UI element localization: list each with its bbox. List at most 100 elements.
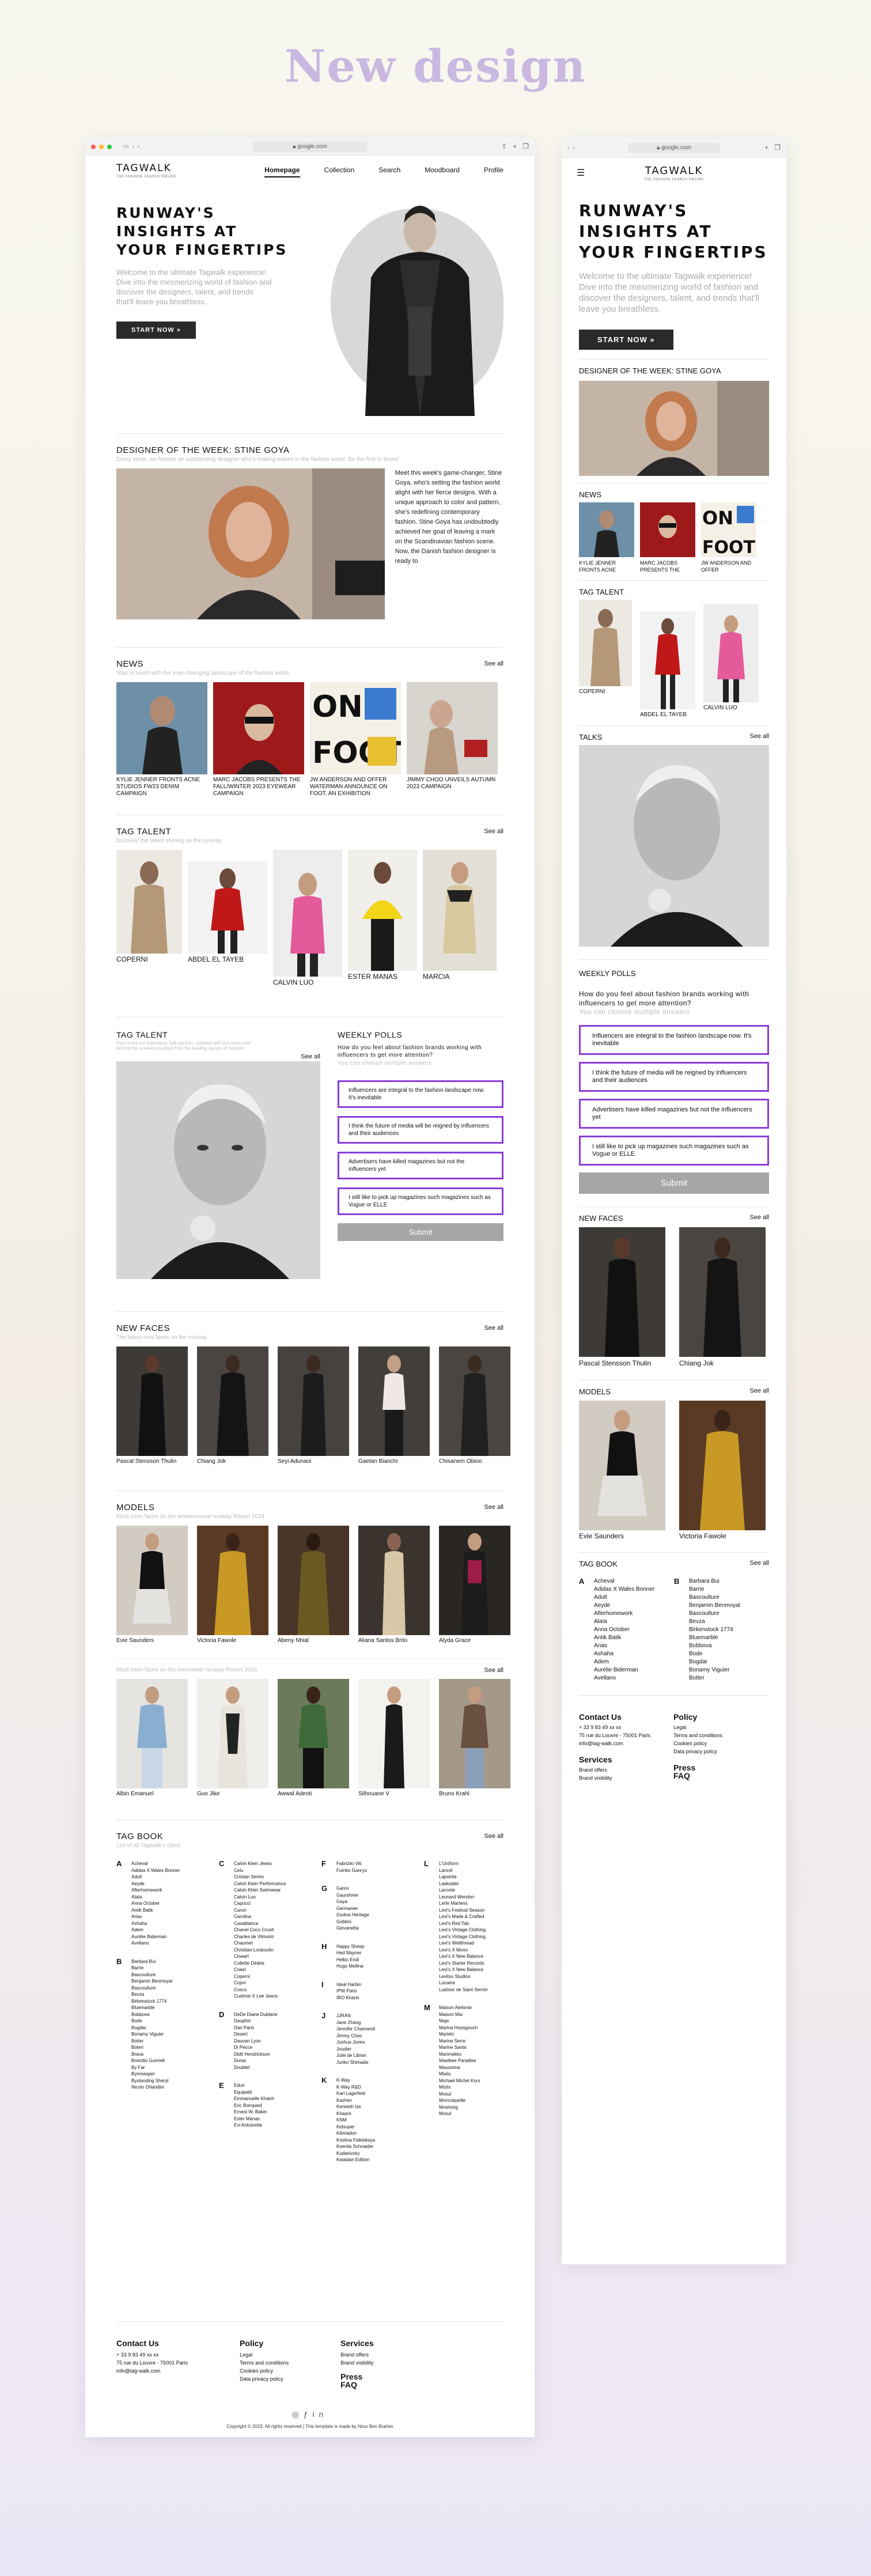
mobile-start-now-button[interactable]: START NOW » xyxy=(579,330,673,350)
tag-book-brand[interactable]: Bevza xyxy=(131,1991,172,1998)
tag-book-brand[interactable]: Kristina Fidelskaya xyxy=(336,2137,375,2144)
tag-book-brand[interactable]: Moncoquette xyxy=(439,2097,480,2104)
tag-book-brand[interactable]: Giuliva Heritage xyxy=(336,1912,369,1919)
tag-book-brand[interactable]: Marine Santa xyxy=(439,2044,480,2051)
model-card[interactable]: Victoria Fawole xyxy=(197,1526,268,1644)
face-card[interactable]: Chisanem Obioo xyxy=(439,1346,510,1465)
tag-book-brand[interactable]: Birkenstock 1774 xyxy=(131,1998,172,2005)
mobile-url-bar[interactable]: 🔒︎ google.com xyxy=(628,143,720,153)
tag-book-brand[interactable]: Maison Atelonte xyxy=(439,2004,480,2011)
tag-book-brand[interactable]: Ludovic de Saint Sernin xyxy=(439,1987,488,1994)
tag-book-brand[interactable]: Christian Louboutin xyxy=(234,1947,286,1954)
tag-book-brand[interactable]: Capucci xyxy=(234,1900,286,1907)
tag-book-brand[interactable]: Carolina xyxy=(234,1913,286,1920)
tabs-icon[interactable]: ❐ xyxy=(522,142,529,150)
policy-link[interactable]: Terms and conditions xyxy=(240,2359,289,2367)
tag-book-brand[interactable]: Bascoulture xyxy=(131,1972,172,1979)
tag-book-brand[interactable]: Adidas X Wales Bonner xyxy=(594,1586,654,1594)
face-card[interactable]: Pascal Stensson Thulin xyxy=(579,1227,665,1367)
tag-book-brand[interactable]: KNM xyxy=(336,2117,375,2124)
tag-book-brand[interactable]: Bogdar xyxy=(689,1658,740,1666)
tag-book-brand[interactable]: Hed Mayner xyxy=(336,1950,364,1957)
tag-book-brand[interactable]: Maje xyxy=(439,2018,480,2025)
tag-book-brand[interactable]: Eric Bompard xyxy=(234,2102,274,2109)
tag-book-brand[interactable]: Aeyde xyxy=(131,1881,180,1887)
press-link[interactable]: Press xyxy=(673,1764,722,1772)
tag-book-brand[interactable]: Marina Hoosgouch xyxy=(439,2025,480,2032)
tag-book-brand[interactable]: Levi's Vintage Clothing xyxy=(439,1934,488,1940)
tag-book-brand[interactable]: IPW Paris xyxy=(336,1988,361,1995)
news-card[interactable]: JIMMY CHOO UNVEILS AUTUMN 2023 CAMPAIGN xyxy=(407,682,498,797)
tag-book-brand[interactable]: L'Uniform xyxy=(439,1860,488,1867)
back-icon[interactable]: ‹ xyxy=(567,145,569,151)
tag-book-brand[interactable]: Avellano xyxy=(594,1674,654,1682)
tag-book-brand[interactable]: Helbo Endi xyxy=(336,1957,364,1964)
model-card[interactable]: Awwal Adeoti xyxy=(278,1679,349,1798)
tag-book-brand[interactable]: Benjamin Benmoyal xyxy=(131,1978,172,1985)
tag-book-brand[interactable]: K-Way R&D xyxy=(336,2084,375,2091)
tag-book-brand[interactable]: Bevza xyxy=(689,1618,740,1626)
policy-link[interactable]: Cookies policy xyxy=(673,1739,722,1747)
tag-book-brand[interactable]: Ester Manas xyxy=(234,2116,274,2123)
tag-book-brand[interactable]: Junko Shimada xyxy=(336,2059,375,2066)
tag-book-brand[interactable]: Anna October xyxy=(131,1900,180,1907)
talent-card[interactable]: COPERNI xyxy=(579,600,632,718)
tag-book-brand[interactable]: Julie de Libran xyxy=(336,2052,375,2059)
facebook-icon[interactable]: ƒ xyxy=(304,2409,313,2419)
tag-book-brand[interactable]: Marimekko xyxy=(439,2051,480,2058)
tag-book-brand[interactable]: By Far xyxy=(131,2064,172,2071)
tag-book-brand[interactable]: Levi's Festival Season xyxy=(439,1907,488,1914)
tag-book-brand[interactable]: Mosul xyxy=(439,2110,480,2117)
tag-book-brand[interactable]: Adem xyxy=(131,1927,180,1934)
tag-book-brand[interactable]: Miwiu xyxy=(439,2071,480,2078)
tag-book-brand[interactable]: Dauvan Lyon xyxy=(234,2038,278,2045)
tag-book-brand[interactable]: Happy Sheep xyxy=(336,1943,364,1950)
news-see-all[interactable]: See all xyxy=(484,660,503,667)
tag-book-brand[interactable]: Cristian Series xyxy=(234,1874,286,1881)
talent-card[interactable]: CALVIN LUO xyxy=(273,850,342,986)
news-card[interactable]: MARC JACOBS PRESENTS THE FALL/WINTER 202… xyxy=(213,682,304,797)
tag-book-brand[interactable]: Aurélie Biderman xyxy=(131,1934,180,1940)
model-card[interactable]: Bruno Krahl xyxy=(439,1679,510,1798)
tag-book-brand[interactable]: Kwaidan Edition xyxy=(336,2157,375,2163)
tag-book-brand[interactable]: Kudasivsky xyxy=(336,2150,375,2157)
tag-book-brand[interactable]: Ideal Harbin xyxy=(336,1981,361,1988)
tag-book-brand[interactable]: Maison Mai xyxy=(439,2011,480,2018)
tag-book-brand[interactable]: Lacoste xyxy=(439,1887,488,1894)
model-card[interactable]: Abeny Nhial xyxy=(278,1526,349,1644)
models-see-all[interactable]: See all xyxy=(484,1504,503,1511)
tag-book-brand[interactable]: Ashaha xyxy=(131,1920,180,1927)
tag-book-brand[interactable]: IRO Kharin xyxy=(336,1995,361,2002)
plus-icon[interactable]: + xyxy=(513,142,517,150)
model-card[interactable]: Albin Emanuel xyxy=(116,1679,188,1798)
tag-book-brand[interactable]: Gobbni xyxy=(336,1919,369,1926)
tag-book-brand[interactable]: Jimmy Choo xyxy=(336,2033,375,2040)
tag-book-brand[interactable]: Botter xyxy=(131,2038,172,2045)
talent-card[interactable]: CALVIN LUO xyxy=(703,600,759,718)
start-now-button[interactable]: START NOW » xyxy=(116,321,196,339)
tag-book-brand[interactable]: Coperni xyxy=(234,1973,286,1980)
tag-book-brand[interactable]: Dauphin xyxy=(234,2018,278,2025)
tag-book-brand[interactable]: Antik Batik xyxy=(131,1907,180,1914)
services-link[interactable]: Brand offers xyxy=(340,2351,374,2359)
face-card[interactable]: Chiang Jok xyxy=(679,1227,766,1367)
tag-book-brand[interactable]: Adult xyxy=(594,1594,654,1602)
talent-card[interactable]: ABDEL EL TAYEB xyxy=(188,850,267,986)
mobile-tag-book-see-all[interactable]: See all xyxy=(749,1560,769,1567)
tag-book-brand[interactable]: Joudier xyxy=(336,2046,375,2053)
contact-line[interactable]: info@tag-walk.com xyxy=(579,1739,650,1747)
tag-book-brand[interactable]: Chaumet xyxy=(234,1940,286,1947)
poll-option[interactable]: Influencers are integral to the fashion … xyxy=(579,1025,769,1055)
tag-book-brand[interactable]: Hugo Mellina xyxy=(336,1963,364,1970)
tag-book-brand[interactable]: Mistix xyxy=(439,2084,480,2091)
tag-book-brand[interactable]: Calvin Klein Jeans xyxy=(234,1860,286,1867)
tag-book-brand[interactable]: Kidsuper xyxy=(336,2124,375,2131)
tag-book-brand[interactable]: Barbara Bui xyxy=(131,1958,172,1965)
mobile-talks-see-all[interactable]: See all xyxy=(749,733,769,740)
tag-book-brand[interactable]: Ernest W. Baker xyxy=(234,2109,274,2116)
tag-book-brand[interactable]: Lapointe xyxy=(439,1874,488,1881)
tag-book-brand[interactable]: Bascoulture xyxy=(689,1610,740,1618)
tag-book-brand[interactable]: JJRAN xyxy=(336,2013,375,2019)
talent-card[interactable]: ABDEL EL TAYEB xyxy=(640,600,695,718)
policy-link[interactable]: Data privacy policy xyxy=(240,2375,289,2383)
